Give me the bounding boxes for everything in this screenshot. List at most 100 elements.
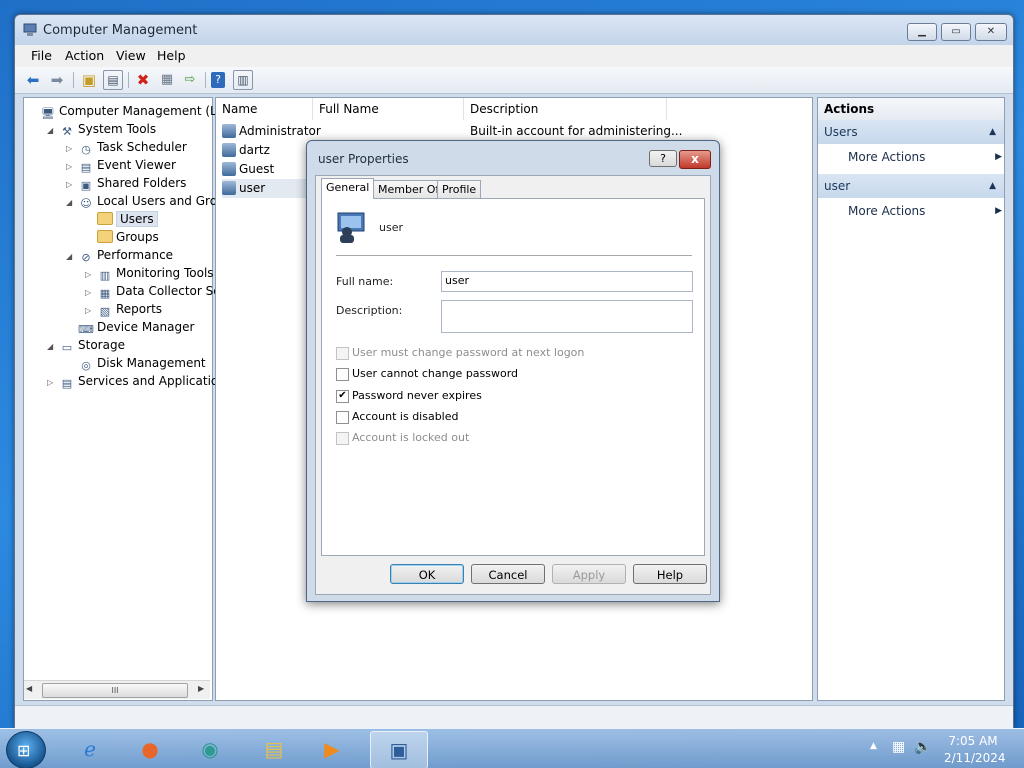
volume-muted-icon[interactable]: 🔈 (914, 739, 931, 755)
delete-icon[interactable]: ✖ (133, 70, 153, 90)
tree-item-monitoring-tools[interactable]: ▷ ▥ Monitoring Tools (85, 264, 214, 282)
tree-item-shared-folders[interactable]: ▷ ▣ Shared Folders (66, 174, 186, 192)
export-icon[interactable]: ⇨ (180, 70, 200, 90)
collapse-arrow-icon[interactable]: ▲ (989, 120, 996, 144)
menu-view[interactable]: View (116, 48, 146, 63)
cancel-button[interactable]: Cancel (471, 564, 545, 584)
edge-icon[interactable]: ◉ (184, 731, 236, 767)
console-icon[interactable]: ▥ (233, 70, 253, 90)
file-explorer-icon[interactable]: ▤ (248, 731, 300, 767)
tree-item-label: Services and Applications (78, 374, 233, 388)
close-button[interactable]: ✕ (975, 23, 1007, 41)
checkbox-label[interactable]: User must change password at next logon (352, 346, 584, 359)
checkbox-account-is-locked-out[interactable] (336, 432, 349, 445)
help-button[interactable]: Help (633, 564, 707, 584)
up-folder-icon[interactable]: ▣ (79, 70, 99, 90)
dialog-help-button[interactable]: ? (649, 150, 677, 167)
tree-item-computer-management-local[interactable]: 🖥 Computer Management (Local (28, 102, 241, 120)
minimize-button[interactable]: ▁ (907, 23, 937, 41)
more-actions-user[interactable]: More Actions ▶ (848, 200, 1002, 222)
tree-item-data-collector-sets[interactable]: ▷ ▦ Data Collector Sets (85, 282, 232, 300)
checkbox-user-cannot-change-password[interactable] (336, 368, 349, 381)
firefox-icon[interactable]: ● (124, 731, 176, 767)
collapsed-arrow-icon[interactable]: ▷ (47, 374, 57, 392)
tab-general[interactable]: General (321, 178, 375, 199)
tree-item-local-users-and-groups[interactable]: ◢ ☺ Local Users and Groups (66, 192, 239, 210)
more-actions-users[interactable]: More Actions ▶ (848, 146, 1002, 168)
tree-item-reports[interactable]: ▷ ▧ Reports (85, 300, 162, 318)
console-tree: 🖥 Computer Management (Local ◢ ⚒ System Tool… (23, 97, 241, 701)
tree-item-task-scheduler[interactable]: ▷ ◷ Task Scheduler (66, 138, 187, 156)
actions-section-user[interactable]: user ▲ (818, 174, 1004, 198)
tree-item-device-manager[interactable]: ⌨ Device Manager (66, 318, 194, 336)
properties-icon[interactable]: ▦ (157, 70, 177, 90)
help-icon[interactable]: ? (211, 72, 225, 88)
menu-file[interactable]: File (31, 48, 52, 63)
dialog-close-button[interactable]: x (679, 150, 711, 169)
checkbox-label[interactable]: Account is disabled (352, 410, 459, 423)
toolbar-separator (205, 72, 206, 88)
services-icon: ▤ (61, 377, 73, 390)
expanded-arrow-icon[interactable]: ◢ (47, 338, 57, 356)
tree-item-disk-management[interactable]: ◎ Disk Management (66, 354, 205, 372)
tree-item-label: Shared Folders (97, 176, 187, 190)
maximize-button[interactable]: ▭ (941, 23, 971, 41)
collapse-arrow-icon[interactable]: ▲ (989, 174, 996, 198)
actions-pane: Actions Users ▲ More Actions ▶ user ▲ Mo… (817, 97, 1005, 701)
expanded-arrow-icon[interactable]: ◢ (47, 122, 57, 140)
horizontal-scrollbar[interactable]: ◀ III ▶ (24, 680, 210, 699)
list-item[interactable]: Guest (222, 160, 274, 179)
show-hide-tree-icon[interactable]: ▤ (103, 70, 123, 90)
ok-button[interactable]: OK (390, 564, 464, 584)
menu-action[interactable]: Action (65, 48, 104, 63)
computer-management-icon[interactable]: ▣ (370, 731, 428, 768)
expanded-arrow-icon[interactable]: ◢ (66, 194, 76, 212)
scroll-thumb[interactable]: III (42, 683, 188, 698)
tree-item-system-tools[interactable]: ◢ ⚒ System Tools (47, 120, 156, 138)
tree-item-users[interactable]: Users (85, 210, 158, 228)
more-actions-label: More Actions (848, 150, 926, 164)
tab-member-of[interactable]: Member Of (373, 180, 445, 199)
checkbox-user-must-change-password-at-next-logon[interactable] (336, 347, 349, 360)
forward-icon[interactable]: ➡ (47, 70, 67, 90)
list-item[interactable]: user (222, 179, 306, 198)
show-hidden-icons-icon[interactable]: ▲ (870, 741, 877, 751)
tab-profile[interactable]: Profile (437, 180, 482, 199)
tree-item-performance[interactable]: ◢ ⊘ Performance (66, 246, 173, 264)
description-field[interactable] (441, 300, 693, 333)
media-player-icon[interactable]: ▶ (306, 731, 358, 767)
actions-section-users[interactable]: Users ▲ (818, 120, 1004, 144)
checkbox-password-never-expires[interactable]: ✔ (336, 390, 349, 403)
checkbox-account-is-disabled[interactable] (336, 411, 349, 424)
back-icon[interactable]: ⬅ (23, 70, 43, 90)
tools-icon: ⚒ (62, 125, 72, 138)
checkbox-label[interactable]: Account is locked out (352, 431, 469, 444)
expanded-arrow-icon[interactable]: ◢ (66, 248, 76, 266)
menu-bar: File Action View Help (15, 45, 1013, 67)
network-icon[interactable]: ▦ (892, 739, 905, 755)
checkbox-label[interactable]: User cannot change password (352, 367, 518, 380)
tree-item-event-viewer[interactable]: ▷ ▤ Event Viewer (66, 156, 176, 174)
tree-item-services-and-applications[interactable]: ▷ ▤ Services and Applications (47, 372, 232, 390)
list-item[interactable]: dartz (222, 141, 270, 160)
column-header-name[interactable]: Name (216, 98, 313, 120)
tree-item-label: Storage (78, 338, 125, 352)
tree-item-storage[interactable]: ◢ ▭ Storage (47, 336, 125, 354)
apply-button[interactable]: Apply (552, 564, 626, 584)
start-button[interactable]: ⊞ (6, 731, 46, 768)
menu-help[interactable]: Help (157, 48, 186, 63)
scroll-left-arrow[interactable]: ◀ (26, 684, 32, 693)
clock-time[interactable]: 7:05 AM (944, 734, 1002, 748)
checkbox-label[interactable]: Password never expires (352, 389, 482, 402)
tree-item-groups[interactable]: Groups (85, 228, 159, 246)
internet-explorer-icon[interactable]: ℯ (64, 731, 116, 767)
column-header-description[interactable]: Description (464, 98, 667, 120)
column-header-full-name[interactable]: Full Name (313, 98, 464, 120)
title-bar[interactable]: Computer Management ▁ ▭ ✕ (15, 15, 1013, 45)
more-actions-label: More Actions (848, 204, 926, 218)
scroll-right-arrow[interactable]: ▶ (198, 684, 204, 693)
clock-date[interactable]: 2/11/2024 (944, 751, 1006, 765)
list-item[interactable]: Administrator (222, 122, 321, 141)
full-name-field[interactable]: user (441, 271, 693, 292)
tree-item-label: Groups (116, 230, 159, 244)
